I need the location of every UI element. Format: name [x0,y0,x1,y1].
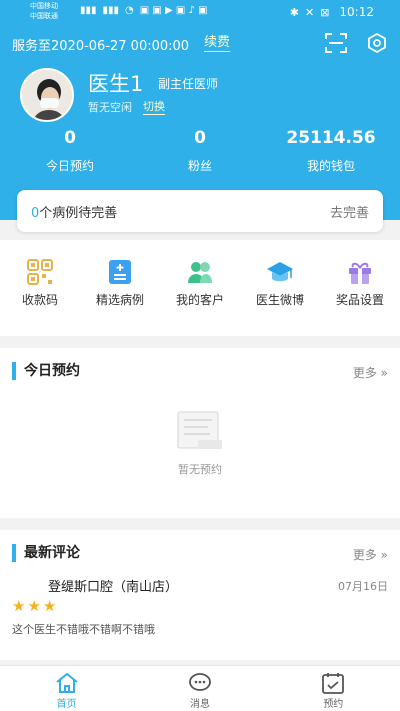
quick-item-label: 收款码 [21,293,58,307]
signal-icons: ▮▮▮ ▮▮▮ ◔ ▣ ▣ ▶ ▣ ♪ ▣ [80,5,208,16]
tab-label: 首页 [56,699,77,710]
app-notify-icon: ▣ ▣ ▶ ▣ ♪ ▣ [139,5,208,16]
stat-wallet[interactable]: 25114.56 我的钱包 [276,128,386,174]
customers-icon [188,262,212,283]
doctor-photo [22,70,72,120]
quick-actions: 收款码 精选病例 我的客户 医生微博 奖品设置 [0,240,400,336]
star-icon: ★ [27,597,41,615]
status-bar: 中国移动 中国联通 ▮▮▮ ▮▮▮ ◔ ▣ ▣ ▶ ▣ ♪ ▣ ✱ ✕ ⊠ 10… [0,0,400,24]
more-label: 更多 [352,548,377,562]
stat-label: 我的钱包 [306,159,355,173]
quick-item-featured-cases[interactable]: 精选病例 [80,240,160,336]
quick-item-prize-settings[interactable]: 奖品设置 [320,240,400,336]
doctor-name: 医生1 [88,72,144,96]
scan-icon[interactable] [324,32,348,54]
battery-icon: ⊠ [320,5,330,19]
latest-reviews-section: 最新评论 更多 » 登缇斯口腔（南山店） 07月16日 ★ ★ ★ 这个医生不错… [0,530,400,660]
rating-stars: ★ ★ ★ [12,598,56,614]
stat-value: 0 [194,128,206,148]
section-title: 最新评论 [12,544,80,562]
today-appointments-section: 今日预约 更多 » 暂无预约 [0,348,400,518]
review-clinic: 登缇斯口腔（南山店） [48,580,179,595]
carrier-2: 中国联通 [30,12,58,20]
carrier-1: 中国移动 [30,2,58,10]
signal-icon-2: ▮▮▮ [102,5,120,16]
quick-item-payment-code[interactable]: 收款码 [0,240,80,336]
mute-icon: ✕ [304,5,315,19]
stat-value: 0 [64,128,76,148]
wifi-icon: ◔ [125,5,134,16]
tab-label: 消息 [189,699,210,710]
carrier-info: 中国移动 中国联通 [30,1,58,21]
quick-item-my-customers[interactable]: 我的客户 [160,240,240,336]
bluetooth-icon: ✱ [289,5,299,19]
more-link[interactable]: 更多 » [353,546,388,563]
status-right: ✱ ✕ ⊠ 10:12 [290,5,374,19]
empty-document-icon [177,411,222,449]
star-icon: ★ [42,597,57,615]
complete-cases-link[interactable]: 去完善 [330,202,369,221]
quick-item-label: 医生微博 [255,293,304,307]
stat-fans[interactable]: 0 粉丝 [145,128,255,174]
more-link[interactable]: 更多 » [353,364,388,381]
chevron-right-icon: » [380,366,388,380]
star-icon: ★ [12,597,26,615]
pending-cases-text: 0个病例待完善 [31,202,117,221]
service-expiry: 服务至2020-06-27 00:00:00 [12,39,190,54]
message-icon [189,673,211,691]
case-list-icon [109,260,131,284]
bottom-tab-bar: 首页 消息 预约 [0,665,400,711]
quick-item-label: 精选病例 [95,293,144,307]
pending-cases-card[interactable]: 0个病例待完善 去完善 [17,190,383,232]
tab-label: 预约 [323,699,344,710]
stat-today-appointments[interactable]: 0 今日预约 [15,128,125,174]
quick-item-label: 奖品设置 [335,293,384,307]
pending-label: 个病例待完善 [39,206,118,221]
availability-status: 暂无空闲 [88,101,132,114]
switch-status-link[interactable]: 切换 [143,98,165,115]
signal-icon: ▮▮▮ [80,5,97,16]
tab-messages[interactable]: 消息 [133,666,266,711]
chevron-right-icon: » [380,548,388,562]
tab-home[interactable]: 首页 [0,666,133,711]
quick-item-label: 我的客户 [175,293,224,307]
calendar-check-icon [322,673,345,694]
tab-appointments[interactable]: 预约 [267,666,400,711]
graduation-cap-icon [267,262,293,282]
renew-link[interactable]: 续费 [204,35,231,52]
stat-value: 25114.56 [286,128,376,148]
doctor-title: 副主任医师 [158,77,219,91]
qrcode-icon [27,259,53,285]
gear-icon[interactable] [365,32,389,54]
review-date: 07月16日 [338,580,388,593]
gift-icon [349,262,371,284]
home-icon [56,672,78,693]
clock: 10:12 [339,5,374,19]
more-label: 更多 [352,366,377,380]
empty-text: 暂无预约 [178,463,222,476]
section-title: 今日预约 [12,362,80,380]
avatar[interactable] [20,68,74,122]
review-text: 这个医生不错哦不错啊不错哦 [12,623,155,636]
quick-item-doctor-weibo[interactable]: 医生微博 [240,240,320,336]
stat-label: 粉丝 [187,159,212,173]
stat-label: 今日预约 [45,159,94,173]
